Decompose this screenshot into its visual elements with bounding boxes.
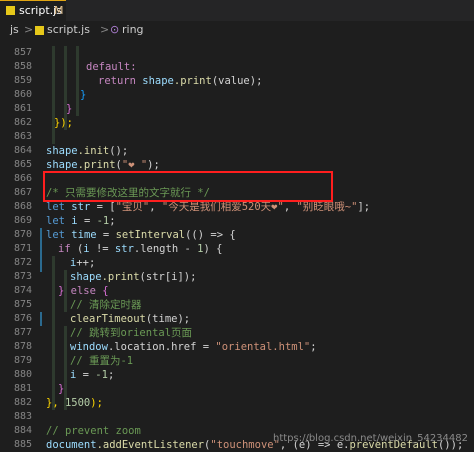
line-number: 884 <box>2 424 32 438</box>
line-number: 864 <box>2 144 32 158</box>
line-number: 858 <box>2 60 32 74</box>
line-number: 871 <box>2 242 32 256</box>
code-line: clearTimeout(time); <box>70 312 190 326</box>
code-line: // 重置为-1 <box>70 354 133 368</box>
line-number: 878 <box>2 340 32 354</box>
code-line: } <box>58 382 64 396</box>
indent-guide <box>52 256 55 410</box>
line-number: 885 <box>2 438 32 452</box>
breadcrumb-separator: > <box>24 23 33 36</box>
js-file-icon <box>35 26 44 35</box>
code-line: } else { <box>58 284 109 298</box>
code-line: // prevent zoom <box>46 424 141 438</box>
line-number: 861 <box>2 102 32 116</box>
line-number: 874 <box>2 284 32 298</box>
breadcrumb-file[interactable]: script.js <box>47 23 90 36</box>
code-line: shape.print(str[i]); <box>70 270 196 284</box>
git-change-indicator <box>40 228 42 272</box>
breadcrumb-separator: > <box>100 23 109 36</box>
line-number: 866 <box>2 172 32 186</box>
code-line: // 跳转到oriental页面 <box>70 326 192 340</box>
line-number: 857 <box>2 46 32 60</box>
line-number: 862 <box>2 116 32 130</box>
line-number: 867 <box>2 186 32 200</box>
line-number: 873 <box>2 270 32 284</box>
line-number: 880 <box>2 368 32 382</box>
code-line: } <box>80 88 86 102</box>
code-line: i++; <box>70 256 95 270</box>
line-number: 863 <box>2 130 32 144</box>
line-number: 875 <box>2 298 32 312</box>
watermark: https://blog.csdn.net/weixin_54234482 <box>273 433 468 444</box>
code-line: // 清除定时器 <box>70 298 141 312</box>
line-number: 860 <box>2 88 32 102</box>
code-line: default: <box>86 60 137 74</box>
code-line: } <box>66 102 72 116</box>
code-line: shape.print("❤ "); <box>46 158 160 172</box>
editor-tab-bar: script.js M <box>0 0 474 21</box>
line-number: 883 <box>2 410 32 424</box>
code-editor[interactable]: default: return shape.print(value); } } … <box>46 42 474 446</box>
code-line: shape.init(); <box>46 144 128 158</box>
code-line: }); <box>54 116 73 130</box>
code-line: return shape.print(value); <box>98 74 262 88</box>
line-number: 881 <box>2 382 32 396</box>
line-number: 859 <box>2 74 32 88</box>
line-number: 879 <box>2 354 32 368</box>
line-number: 870 <box>2 228 32 242</box>
code-line: i = -1; <box>70 368 114 382</box>
code-line: let time = setInterval(() => { <box>46 228 236 242</box>
indent-guide <box>76 46 79 116</box>
breadcrumb-symbol[interactable]: ring <box>122 23 144 36</box>
line-number: 865 <box>2 158 32 172</box>
line-number: 868 <box>2 200 32 214</box>
code-line: }, 1500); <box>46 396 103 410</box>
git-change-indicator <box>40 312 42 326</box>
tab-script-js[interactable]: script.js M <box>0 0 66 21</box>
code-line: window.location.href = "oriental.html"; <box>70 340 317 354</box>
line-number: 877 <box>2 326 32 340</box>
code-line: let i = -1; <box>46 214 116 228</box>
modified-indicator: M <box>54 4 64 17</box>
code-line: if (i != str.length - 1) { <box>58 242 222 256</box>
annotation-highlight-box <box>43 171 333 202</box>
js-file-icon <box>6 6 15 15</box>
line-number: 882 <box>2 396 32 410</box>
breadcrumb: js > script.js > ⊙ ring <box>0 21 474 39</box>
line-number-gutter: 857 858 859 860 861 862 863 864 865 866 … <box>0 42 40 446</box>
breadcrumb-folder[interactable]: js <box>10 23 19 36</box>
function-icon: ⊙ <box>110 23 119 36</box>
line-number: 876 <box>2 312 32 326</box>
code-line: let str = ["宝贝", "今天是我们相爱520天❤", "别眨眼哦~"… <box>46 200 370 214</box>
line-number: 872 <box>2 256 32 270</box>
line-number: 869 <box>2 214 32 228</box>
